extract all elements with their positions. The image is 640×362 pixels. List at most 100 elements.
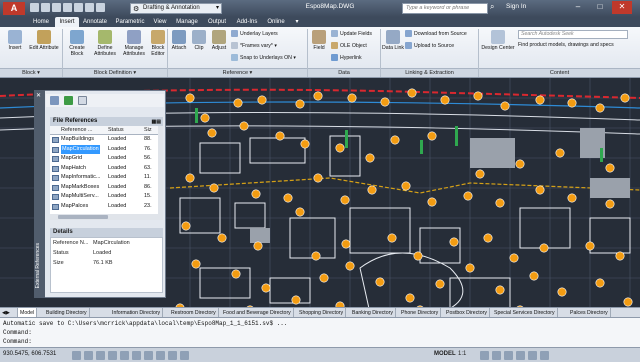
data-link-button[interactable]: Data Link [382,30,404,51]
download-source-button[interactable]: Download from Source [405,30,467,37]
create-block-button[interactable]: Create Block [64,30,90,57]
define-attributes-button[interactable]: Define Attributes [91,30,119,57]
save-as-icon[interactable] [63,3,72,12]
column-reference-name[interactable]: Reference ... [61,126,93,135]
binoculars-icon[interactable]: ⌕ [490,2,502,14]
list-horizontal-scrollbar[interactable] [50,214,163,220]
help-search-input[interactable]: Type a keyword or phrase [402,3,488,14]
infer-constraints-icon[interactable] [72,351,81,360]
design-center-button[interactable]: Design Center [480,30,516,51]
scroll-thumb[interactable] [58,215,108,219]
maximize-button[interactable]: □ [590,1,610,14]
save-icon[interactable] [52,3,61,12]
object-snap-icon[interactable] [132,351,141,360]
command-input[interactable]: Command: [3,338,32,345]
ortho-mode-icon[interactable] [108,351,117,360]
minimize-button[interactable]: – [568,1,588,14]
dynamic-input-icon[interactable] [168,351,177,360]
clip-button[interactable]: Clip [190,30,208,51]
close-icon[interactable]: ✕ [36,92,41,99]
hyperlink-button[interactable]: Hyperlink [331,54,362,61]
reference-panel-label[interactable]: Reference ▾ [168,68,307,77]
list-item[interactable]: MapHatch Loaded 63. [50,164,158,174]
poi-marker-icon [615,251,625,261]
upload-source-button[interactable]: Upload to Source [405,42,454,49]
underlay-layers-button[interactable]: Underlay Layers [231,30,278,37]
snap-underlays-button[interactable]: Snap to Underlays ON ▾ [231,54,296,61]
detail-value[interactable]: MapCirculation [93,239,130,248]
tab-parametric[interactable]: Parametric [113,17,147,27]
column-status[interactable]: Status [108,126,124,135]
workspace-switch-icon[interactable] [492,351,501,360]
annotation-scale[interactable]: 1:1 [458,351,466,357]
object-snap-tracking-icon[interactable] [144,351,153,360]
redo-icon[interactable] [96,3,105,12]
field-button[interactable]: Field [309,30,329,51]
lineweight-icon[interactable] [180,351,189,360]
palette-title-strip[interactable]: ✕ External References [34,90,45,298]
model-space-toggle[interactable]: MODEL [434,351,456,357]
tab-online[interactable]: Online [264,17,288,27]
attach-dwg-icon[interactable] [50,96,59,105]
refresh-icon[interactable] [64,96,73,105]
list-item[interactable]: MapInformatic... Loaded 11. [50,173,158,183]
tab-add-ins[interactable]: Add-Ins [233,17,261,27]
file-references-header[interactable]: File References ▦▤ [50,117,163,126]
workspace-switcher[interactable]: ⚙ Drafting & Annotation ▾ [130,3,222,14]
snap-mode-icon[interactable] [84,351,93,360]
list-item[interactable]: MapMultiServ... Loaded 15. [50,192,158,202]
list-item[interactable]: MapMarkBoxes Loaded 86. [50,183,158,193]
frames-dropdown[interactable]: *Frames vary* ▾ [231,42,277,49]
list-item[interactable]: MapPalces Loaded 23. [50,202,158,212]
block-panel-label[interactable]: Block ▾ [0,68,62,77]
isolate-objects-icon[interactable] [516,351,525,360]
app-logo[interactable]: A [3,2,25,15]
tab-output[interactable]: Output [204,17,230,27]
edit-attribute-button[interactable]: Edit Attribute [29,30,59,51]
polar-tracking-icon[interactable] [120,351,129,360]
manage-attributes-button[interactable]: Manage Attributes [120,30,148,57]
update-fields-button[interactable]: Update Fields [331,30,372,37]
command-window[interactable]: Automatic save to C:\Users\mcrrick\appda… [0,317,640,347]
poi-marker-icon [405,293,415,303]
tab-annotate[interactable]: Annotate [80,17,110,27]
lock-icon[interactable] [504,351,513,360]
seek-search-input[interactable]: Search Autodesk Seek [518,30,628,39]
new-icon[interactable] [30,3,39,12]
list-item[interactable]: MapBuildings Loaded 88. [50,135,158,145]
details-header[interactable]: Details [50,228,163,237]
annotation-visibility-icon[interactable] [480,351,489,360]
reference-name: MapGrid [61,155,83,161]
block-definition-panel-label[interactable]: Block Definition ▾ [63,68,167,77]
tab-manage[interactable]: Manage [173,17,201,27]
grid-display-icon[interactable] [96,351,105,360]
tab-view[interactable]: View [150,17,170,27]
undo-icon[interactable] [85,3,94,12]
insert-button[interactable]: Insert [3,30,27,51]
list-vertical-scrollbar[interactable] [158,126,163,214]
poi-marker-icon [341,239,351,249]
clean-screen-icon[interactable] [540,351,549,360]
ribbon-options-icon[interactable]: ▾ [292,17,302,27]
dynamic-ucs-icon[interactable] [156,351,165,360]
tab-insert[interactable]: Insert [55,17,79,27]
block-editor-button[interactable]: Block Editor [148,30,168,57]
tab-home[interactable]: Home [28,17,54,27]
ole-object-button[interactable]: OLE Object [331,42,367,49]
list-item[interactable]: MapGrid Loaded 56. [50,154,158,164]
column-size[interactable]: Siz [144,126,152,135]
coordinates-readout[interactable]: 930.5475, 606.7531 [3,351,56,357]
poi-marker-icon [449,237,459,247]
plot-icon[interactable] [74,3,83,12]
reference-size: 11. [144,174,152,180]
close-button[interactable]: ✕ [612,1,632,14]
attach-button[interactable]: Attach [169,30,189,51]
help-icon[interactable] [78,96,87,105]
list-item-selected[interactable]: MapCirculation Loaded 76. [50,144,158,154]
adjust-button[interactable]: Adjust [209,30,229,51]
poi-marker-icon [605,199,615,209]
sign-in-button[interactable]: Sign In [506,3,544,10]
status-menu-icon[interactable] [528,351,537,360]
poi-marker-icon [300,139,310,149]
open-icon[interactable] [41,3,50,12]
